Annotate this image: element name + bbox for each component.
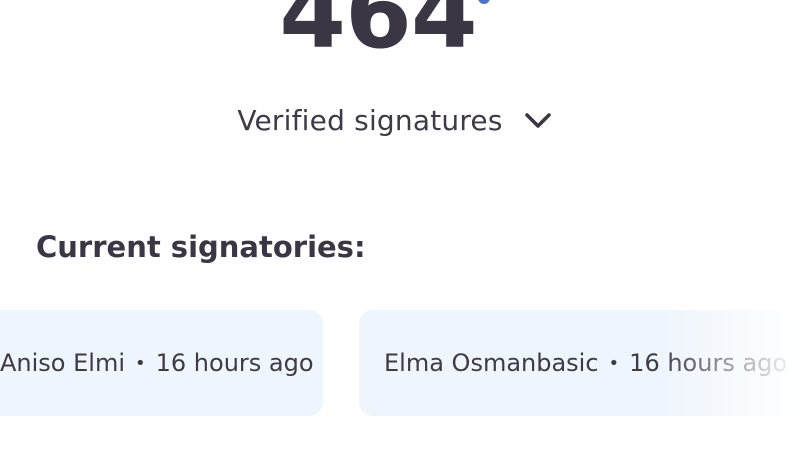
signatory-card: Aniso Elmi • 16 hours ago [0,310,323,416]
signatory-card: Elma Osmanbasic • 16 hours ago [359,310,800,416]
signature-count: 464 [279,0,477,70]
separator-dot: • [608,352,620,374]
verified-signatures-label: Verified signatures [237,104,503,137]
signatory-name: Aniso Elmi [0,349,125,377]
chevron-down-icon[interactable] [523,106,553,136]
current-signatories-heading: Current signatories: [36,230,366,264]
separator-dot: • [135,352,146,374]
signatory-time: 16 hours ago [629,349,788,377]
signatory-time: 16 hours ago [155,349,314,377]
signatory-name: Elma Osmanbasic [384,349,599,377]
verified-signatures-dropdown[interactable]: Verified signatures [0,104,790,137]
